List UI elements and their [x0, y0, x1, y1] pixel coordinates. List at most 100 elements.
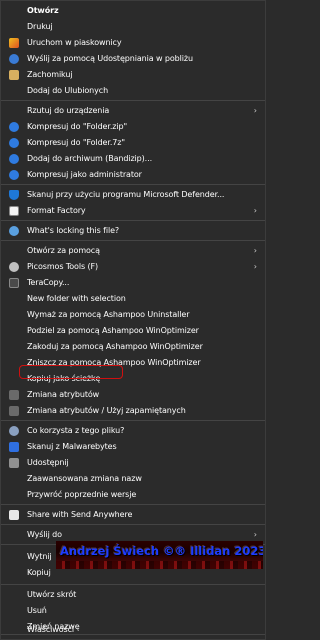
chevron-right-icon: ›	[253, 206, 257, 215]
menu-item-open[interactable]: Otwórz	[1, 3, 265, 19]
menu-item-label: Rzutuj do urządzenia	[27, 106, 110, 115]
bandizip-icon	[9, 170, 19, 180]
menu-item-label: Dodaj do archiwum (Bandizip)...	[27, 154, 153, 163]
separator	[1, 100, 265, 101]
menu-item-compress-7z[interactable]: Kompresuj do "Folder.7z"	[1, 135, 265, 151]
menu-item-label: Drukuj	[27, 22, 53, 31]
menu-item-label: Zachomikuj	[27, 70, 73, 79]
menu-item-compress-admin[interactable]: Kompresuj jako administrator	[1, 167, 265, 183]
separator	[1, 504, 265, 505]
menu-item-restore-versions[interactable]: Przywróć poprzednie wersje	[1, 487, 265, 503]
menu-item-advanced-rename[interactable]: Zaawansowana zmiana nazw	[1, 471, 265, 487]
shield-icon	[9, 190, 19, 200]
menu-item-create-shortcut[interactable]: Utwórz skrót	[1, 587, 265, 603]
separator	[1, 220, 265, 221]
chevron-right-icon: ›	[253, 246, 257, 255]
menu-item-add-favorites[interactable]: Dodaj do Ulubionych	[1, 83, 265, 99]
menu-item-change-attributes[interactable]: Zmiana atrybutów	[1, 387, 265, 403]
menu-item-label: New folder with selection	[27, 294, 126, 303]
menu-item-label: What's locking this file?	[27, 226, 120, 235]
menu-item-change-attributes-saved[interactable]: Zmiana atrybutów / Użyj zapamiętanych	[1, 403, 265, 419]
menu-item-label: Kompresuj jako administrator	[27, 170, 142, 179]
menu-item-cast[interactable]: Rzutuj do urządzenia ›	[1, 103, 265, 119]
menu-item-label: Usuń	[27, 606, 47, 615]
menu-item-malwarebytes[interactable]: Skanuj z Malwarebytes	[1, 439, 265, 455]
watermark-banner: Andrzej Świech ©® Illidan 2023	[56, 541, 263, 569]
menu-item-label: Uruchom w piaskownicy	[27, 38, 122, 47]
menu-item-label: Zmiana atrybutów	[27, 390, 100, 399]
menu-item-label: Wyślij za pomocą Udostępniania w pobliżu	[27, 54, 193, 63]
menu-item-label: Format Factory	[27, 206, 86, 215]
menu-item-label: Wymaż za pomocą Ashampoo Uninstaller	[27, 310, 190, 319]
menu-item-label: Co korzysta z tego pliku?	[27, 426, 125, 435]
picosmos-icon	[9, 262, 19, 272]
menu-item-ashampoo-encode[interactable]: Zakoduj za pomocą Ashampoo WinOptimizer	[1, 339, 265, 355]
watermark-text: Andrzej Świech ©® Illidan 2023	[60, 544, 263, 558]
bandizip-icon	[9, 122, 19, 132]
menu-item-label: Zakoduj za pomocą Ashampoo WinOptimizer	[27, 342, 203, 351]
menu-item-properties[interactable]: Właściwości	[1, 621, 265, 637]
menu-item-label: TeraCopy...	[27, 278, 70, 287]
menu-item-label: Zmiana atrybutów / Użyj zapamiętanych	[27, 406, 186, 415]
menu-item-print[interactable]: Drukuj	[1, 19, 265, 35]
watermark-decoration	[56, 561, 263, 569]
menu-item-label: Przywróć poprzednie wersje	[27, 490, 137, 499]
nearby-share-icon	[9, 54, 19, 64]
menu-item-teracopy[interactable]: TeraCopy...	[1, 275, 265, 291]
menu-item-label: Wytnij	[27, 552, 52, 561]
menu-item-chomikuj[interactable]: Zachomikuj	[1, 67, 265, 83]
menu-item-label: Otwórz za pomocą	[27, 246, 100, 255]
context-menu: Otwórz Drukuj Uruchom w piaskownicy Wyśl…	[0, 0, 266, 640]
menu-item-label: Picosmos Tools (F)	[27, 262, 99, 271]
menu-item-open-with[interactable]: Otwórz za pomocą ›	[1, 243, 265, 259]
malwarebytes-icon	[9, 442, 19, 452]
menu-item-picosmos[interactable]: Picosmos Tools (F) ›	[1, 259, 265, 275]
menu-item-label: Wyślij do	[27, 530, 62, 539]
menu-item-label: Kompresuj do "Folder.7z"	[27, 138, 125, 147]
chevron-right-icon: ›	[253, 262, 257, 271]
menu-item-add-archive[interactable]: Dodaj do archiwum (Bandizip)...	[1, 151, 265, 167]
chevron-right-icon: ›	[253, 106, 257, 115]
menu-item-format-factory[interactable]: Format Factory ›	[1, 203, 265, 219]
menu-item-label: Kompresuj do "Folder.zip"	[27, 122, 128, 131]
menu-item-delete[interactable]: Usuń	[1, 603, 265, 619]
menu-item-label: Właściwości	[27, 625, 75, 634]
menu-item-label: Zaawansowana zmiana nazw	[27, 474, 142, 483]
attribute-icon	[9, 406, 19, 416]
menu-item-label: Kopiuj	[27, 568, 51, 577]
menu-item-label: Udostępnij	[27, 458, 69, 467]
chevron-right-icon: ›	[253, 530, 257, 539]
menu-item-send-anywhere[interactable]: Share with Send Anywhere	[1, 507, 265, 523]
menu-item-defender-scan[interactable]: Skanuj przy użyciu programu Microsoft De…	[1, 187, 265, 203]
menu-item-sandbox[interactable]: Uruchom w piaskownicy	[1, 35, 265, 51]
separator	[1, 184, 265, 185]
menu-item-ashampoo-uninstall[interactable]: Wymaż za pomocą Ashampoo Uninstaller	[1, 307, 265, 323]
menu-item-nearby-share[interactable]: Wyślij za pomocą Udostępniania w pobliżu	[1, 51, 265, 67]
separator	[1, 524, 265, 525]
separator	[1, 240, 265, 241]
menu-item-label: Utwórz skrót	[27, 590, 77, 599]
menu-item-label: Podziel za pomocą Ashampoo WinOptimizer	[27, 326, 199, 335]
share-icon	[9, 458, 19, 468]
teracopy-icon	[9, 278, 19, 288]
chomikuj-icon	[9, 70, 19, 80]
menu-item-label: Skanuj przy użyciu programu Microsoft De…	[27, 190, 225, 199]
sandbox-icon	[9, 38, 19, 48]
menu-item-new-folder-selection[interactable]: New folder with selection	[1, 291, 265, 307]
lock-search-icon	[9, 226, 19, 236]
attribute-icon	[9, 390, 19, 400]
menu-item-label: Dodaj do Ulubionych	[27, 86, 109, 95]
menu-item-whats-locking[interactable]: What's locking this file?	[1, 223, 265, 239]
highlight-box	[19, 365, 123, 379]
menu-item-who-uses-file[interactable]: Co korzysta z tego pliku?	[1, 423, 265, 439]
separator	[1, 420, 265, 421]
separator	[1, 584, 265, 585]
menu-item-label: Skanuj z Malwarebytes	[27, 442, 117, 451]
bandizip-icon	[9, 138, 19, 148]
menu-item-share[interactable]: Udostępnij	[1, 455, 265, 471]
send-anywhere-icon	[9, 510, 19, 520]
menu-item-ashampoo-split[interactable]: Podziel za pomocą Ashampoo WinOptimizer	[1, 323, 265, 339]
menu-item-label: Share with Send Anywhere	[27, 510, 133, 519]
menu-item-compress-zip[interactable]: Kompresuj do "Folder.zip"	[1, 119, 265, 135]
search-icon	[9, 426, 19, 436]
